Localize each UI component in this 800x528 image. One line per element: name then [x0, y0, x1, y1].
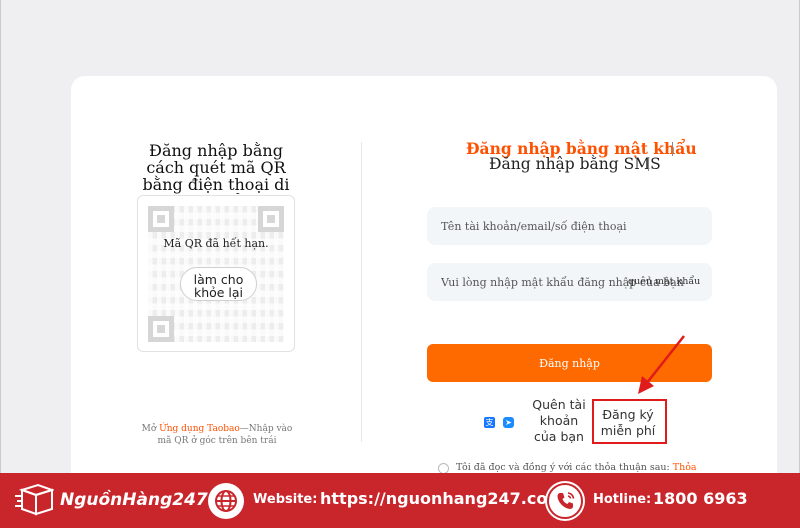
agree-terms-text: Tôi đã đọc và đồng ý với các thỏa thuận …	[456, 462, 756, 473]
dingtalk-icon[interactable]: ➤	[503, 417, 514, 428]
qr-finder-icon	[148, 206, 174, 232]
qr-login-title: Đăng nhập bằng cách quét mã QR bằng điện…	[142, 142, 290, 194]
qr-expired-message: Mã QR đã hết hạn.	[163, 237, 269, 250]
section-divider	[361, 142, 362, 442]
register-link[interactable]: Đăng ký miễn phí	[596, 407, 660, 439]
taobao-app-link[interactable]: Ứng dụng Taobao	[159, 424, 240, 434]
phone-icon	[547, 483, 583, 519]
qr-finder-icon	[258, 206, 284, 232]
qr-code-panel: Mã QR đã hết hạn. làm cho khỏe lại	[137, 195, 295, 352]
alipay-icon[interactable]: 支	[484, 417, 495, 428]
forgot-account-link[interactable]: Quên tài khoản của bạn	[528, 397, 590, 445]
brand-name: NguồnHàng247	[60, 490, 208, 510]
footer-banner: NguồnHàng247 Website: https://nguonhang2…	[0, 473, 800, 528]
website-url[interactable]: https://nguonhang247.com/	[320, 489, 570, 508]
qr-instruction-prefix: Mở	[141, 424, 160, 434]
globe-icon	[208, 483, 244, 519]
qr-instruction: Mở Ứng dụng Taobao—Nhập vào mã QR ở góc …	[137, 423, 297, 447]
hotline-number[interactable]: 1800 6963	[653, 489, 748, 508]
username-input[interactable]	[427, 207, 712, 245]
agree-terms-label: Tôi đã đọc và đồng ý với các thỏa thuận …	[456, 462, 673, 473]
text-cursor	[648, 157, 649, 171]
box-logo-icon	[15, 483, 54, 516]
tab-sms-login[interactable]: Đăng nhập bằng SMS	[489, 155, 661, 173]
qr-finder-icon	[148, 316, 174, 342]
text-cursor	[672, 142, 673, 156]
terms-link[interactable]: Thỏa	[673, 462, 697, 473]
website-label: Website:	[253, 492, 318, 507]
hotline-label: Hotline:	[593, 492, 652, 507]
qr-refresh-button[interactable]: làm cho khỏe lại	[180, 267, 257, 301]
annotation-arrow-icon	[638, 335, 685, 394]
forgot-password-link[interactable]: quên mật khẩu	[628, 276, 700, 287]
